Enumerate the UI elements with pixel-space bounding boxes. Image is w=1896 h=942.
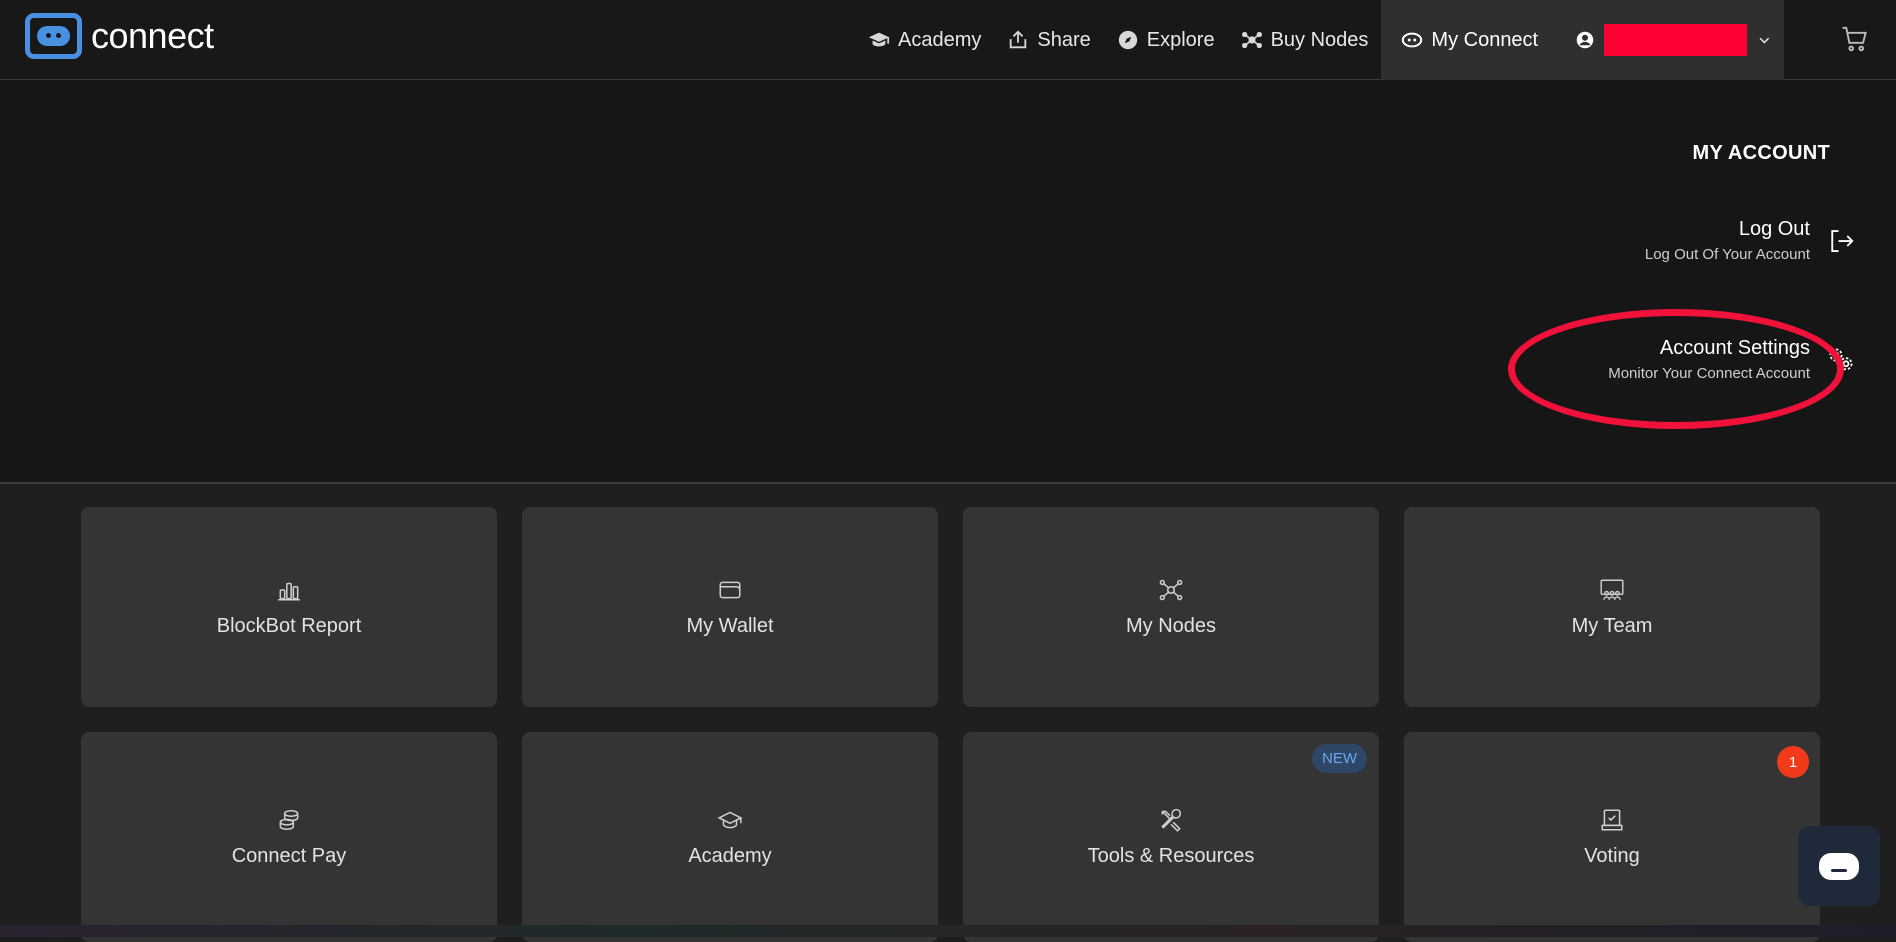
share-upload-icon bbox=[1010, 30, 1027, 49]
nav-item-my-connect[interactable]: My Connect bbox=[1381, 0, 1555, 80]
notification-count-badge: 1 bbox=[1777, 746, 1809, 778]
graduation-cap-icon bbox=[717, 811, 743, 828]
redacted-username bbox=[1604, 24, 1748, 56]
nav-item-label: Buy Nodes bbox=[1270, 28, 1369, 51]
nav-item-label: My Connect bbox=[1431, 28, 1539, 51]
tile-label: My Team bbox=[1571, 614, 1653, 637]
bottom-edge-strip bbox=[0, 925, 1896, 937]
tile-my-wallet[interactable]: My Wallet bbox=[522, 507, 938, 707]
tile-label: My Nodes bbox=[1125, 614, 1217, 637]
tile-label: Connect Pay bbox=[231, 844, 347, 867]
logout-link[interactable]: Log Out Log Out Of Your Account bbox=[1644, 218, 1854, 263]
account-settings-label: Account Settings bbox=[1659, 337, 1810, 359]
tools-icon bbox=[1161, 808, 1182, 832]
compass-icon bbox=[1118, 30, 1137, 50]
bar-chart-icon bbox=[278, 582, 300, 601]
brand-name: connect bbox=[91, 15, 214, 56]
account-section-title: MY ACCOUNT bbox=[1692, 142, 1830, 164]
tile-blockbot-report[interactable]: BlockBot Report bbox=[81, 507, 497, 707]
team-icon bbox=[1600, 579, 1624, 600]
ballot-icon bbox=[1601, 808, 1623, 831]
top-nav: connect Academy Share Explore Buy Nodes … bbox=[0, 0, 1896, 80]
account-settings-link[interactable]: Account Settings Monitor Your Connect Ac… bbox=[1608, 337, 1853, 382]
tile-label: My Wallet bbox=[686, 614, 774, 637]
chat-widget-button[interactable] bbox=[1798, 826, 1880, 906]
eye-icon bbox=[1402, 32, 1423, 48]
wallet-icon bbox=[719, 581, 741, 598]
logout-icon bbox=[1831, 229, 1854, 252]
account-settings-description: Monitor Your Connect Account bbox=[1608, 365, 1810, 382]
nav-item-label: Share bbox=[1037, 28, 1091, 51]
tile-label: Academy bbox=[688, 844, 772, 867]
nodes-icon bbox=[1241, 31, 1262, 49]
nav-item-academy[interactable]: Academy bbox=[855, 0, 994, 80]
robot-logo-icon bbox=[25, 13, 82, 59]
tile-voting[interactable]: 1 Voting bbox=[1404, 732, 1820, 942]
account-dropdown-panel: MY ACCOUNT Log Out Log Out Of Your Accou… bbox=[0, 80, 1896, 484]
gears-icon bbox=[1829, 348, 1853, 370]
tile-my-nodes[interactable]: My Nodes bbox=[963, 507, 1379, 707]
new-badge: NEW bbox=[1312, 744, 1367, 773]
nodes-icon bbox=[1159, 579, 1183, 600]
nav-item-explore[interactable]: Explore bbox=[1104, 0, 1228, 80]
tile-my-team[interactable]: My Team bbox=[1404, 507, 1820, 707]
tile-academy[interactable]: Academy bbox=[522, 732, 938, 942]
tile-label: BlockBot Report bbox=[216, 614, 362, 637]
coins-icon bbox=[279, 809, 299, 830]
brand-logo[interactable]: connect bbox=[25, 13, 214, 59]
tile-label: Tools & Resources bbox=[1087, 844, 1255, 867]
user-circle-icon bbox=[1576, 31, 1594, 49]
nav-item-label: Academy bbox=[898, 28, 982, 51]
tile-connect-pay[interactable]: Connect Pay bbox=[81, 732, 497, 942]
nav-item-label: Explore bbox=[1146, 28, 1215, 51]
dashboard-tiles: BlockBot Report My Wallet My Nodes My Te… bbox=[81, 507, 1820, 942]
user-menu-dropdown[interactable] bbox=[1554, 0, 1785, 80]
graduation-cap-icon bbox=[868, 32, 890, 47]
chevron-down-icon bbox=[1760, 37, 1770, 44]
nav-item-share[interactable]: Share bbox=[994, 0, 1103, 80]
nav-menu: Academy Share Explore Buy Nodes My Conne… bbox=[855, 0, 1785, 80]
cart-icon[interactable] bbox=[1840, 24, 1870, 54]
logout-label: Log Out bbox=[1738, 218, 1810, 240]
tile-tools-resources[interactable]: NEW Tools & Resources bbox=[963, 732, 1379, 942]
logout-description: Log Out Of Your Account bbox=[1644, 246, 1810, 263]
tile-label: Voting bbox=[1584, 844, 1640, 867]
chat-bubble-icon bbox=[1819, 852, 1859, 880]
nav-item-buy-nodes[interactable]: Buy Nodes bbox=[1228, 0, 1382, 80]
